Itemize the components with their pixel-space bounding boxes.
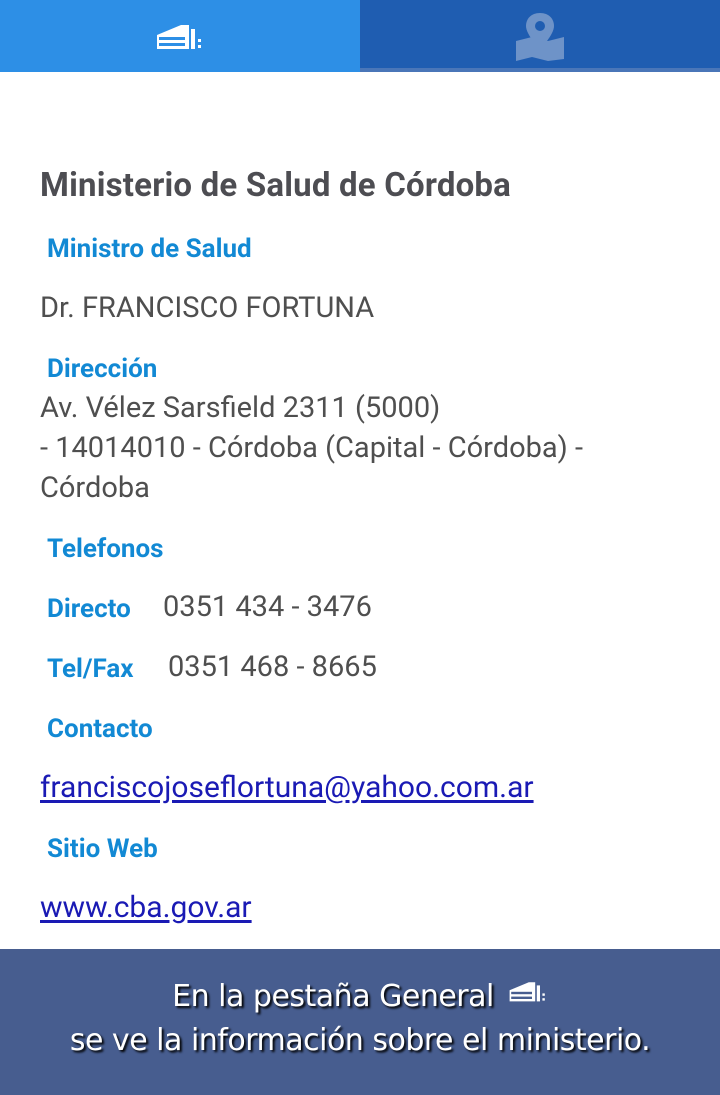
phones-label: Telefonos <box>47 534 164 564</box>
caption-banner: En la pestaña General se ve la informaci… <box>0 949 720 1095</box>
telfax-value[interactable]: 0351 468 - 8665 <box>168 650 377 684</box>
minister-label: Ministro de Salud <box>47 234 252 264</box>
caption-line-1: En la pestaña General <box>0 979 720 1015</box>
map-pin-icon <box>514 11 566 61</box>
direct-phone-value[interactable]: 0351 434 - 3476 <box>163 590 372 624</box>
address-label: Dirección <box>47 354 158 384</box>
website-link[interactable]: www.cba.gov.ar <box>40 890 252 925</box>
tab-map[interactable] <box>360 0 720 72</box>
caption-line-2: se ve la información sobre el ministerio… <box>69 1023 651 1058</box>
contact-label: Contacto <box>47 714 153 744</box>
direct-phone-label: Directo <box>47 594 131 624</box>
building-icon <box>155 21 205 51</box>
minister-name: Dr. FRANCISCO FORTUNA <box>40 291 375 325</box>
ministry-details: Ministerio de Salud de Córdoba Ministro … <box>0 72 720 949</box>
website-label: Sitio Web <box>47 834 158 864</box>
tab-bar <box>0 0 720 72</box>
tab-general[interactable] <box>0 0 360 72</box>
address-line-1: Av. Vélez Sarsfield 2311 (5000) <box>40 391 441 425</box>
caption-text-1: En la pestaña General <box>172 979 494 1014</box>
page-title: Ministerio de Salud de Córdoba <box>40 166 512 205</box>
address-line-3: Córdoba <box>40 471 150 505</box>
telfax-label: Tel/Fax <box>47 654 134 684</box>
building-icon <box>508 977 548 1012</box>
contact-email-link[interactable]: franciscojoseflortuna@yahoo.com.ar <box>40 770 534 805</box>
address-line-2: - 14014010 - Córdoba (Capital - Córdoba)… <box>40 431 583 465</box>
